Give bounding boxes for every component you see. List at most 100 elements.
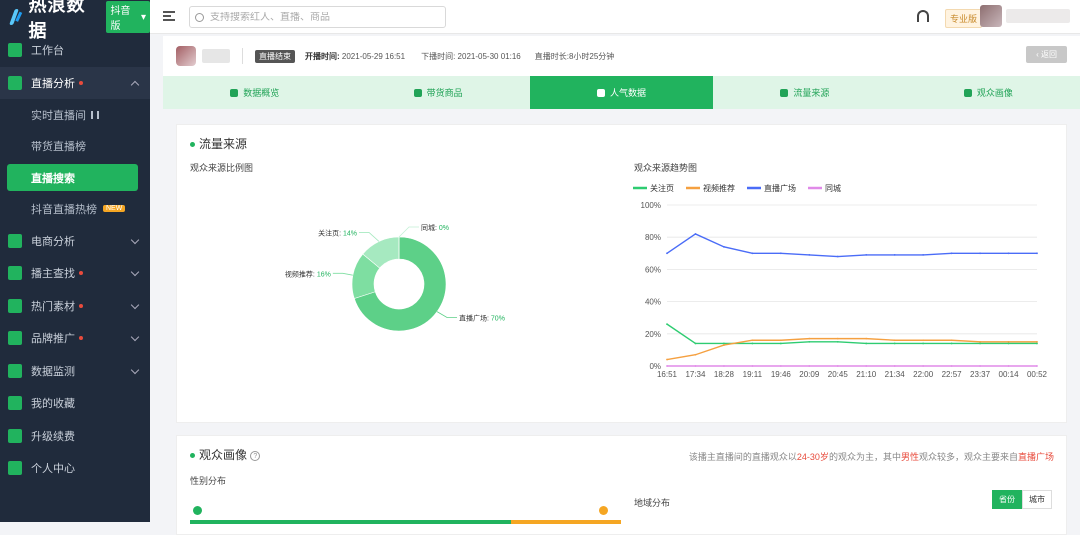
data-point [951,339,953,341]
sidebar-subitem-live-search[interactable]: 直播搜索 [7,164,138,191]
sidebar-item-workbench[interactable]: 工作台 [0,34,150,67]
end-time: 下播时间: 2021-05-30 01:16 [421,51,521,62]
geo-toggle: 省份 城市 [992,490,1052,509]
streamer-avatar[interactable] [176,46,196,66]
sidebar-item-brand-promo[interactable]: 品牌推广 [0,322,150,355]
search-box[interactable] [189,6,446,28]
data-point [894,343,896,345]
main-content: 直播结束 开播时间: 2021-05-29 16:51 下播时间: 2021-0… [163,36,1080,535]
username-blurred[interactable] [1006,9,1070,23]
sidebar-item-profile[interactable]: 个人中心 [0,452,150,485]
video-icon [8,299,22,313]
search-input[interactable] [210,12,430,23]
data-point [894,254,896,256]
live-header: 直播结束 开播时间: 2021-05-29 16:51 下播时间: 2021-0… [163,36,1080,76]
data-point [1008,252,1010,254]
data-point [922,343,924,345]
sidebar-subitem-realtime[interactable]: 实时直播间 [0,99,150,131]
data-point [666,252,668,254]
pie-leader-line [333,273,353,275]
audience-panel: 观众画像 ? 性别分布 该播主直播间的直播观众以24-30岁的观众为主，其中男性… [176,435,1067,535]
notification-dot [79,304,83,308]
sidebar-subitem-hot-list[interactable]: 抖音直播热榜NEW [0,193,150,225]
legend-label: 直播广场 [764,183,796,193]
data-point [666,365,668,367]
data-point [666,359,668,361]
sidebar-item-upgrade[interactable]: 升级续费 [0,420,150,453]
data-point [695,343,697,345]
data-point [723,246,725,248]
sidebar-subitem-label: 直播搜索 [31,170,75,186]
back-button[interactable]: ‹ 返回 [1026,46,1067,63]
star-icon [8,396,22,410]
start-time-label: 开播时间: [305,52,340,61]
data-point [979,252,981,254]
sidebar-item-hot-material[interactable]: 热门素材 [0,290,150,323]
y-tick-label: 20% [645,330,661,339]
pie-label: 关注页: 14% [318,228,357,237]
sidebar-item-ecommerce[interactable]: 电商分析 [0,225,150,258]
sidebar-item-label: 电商分析 [31,233,75,249]
streamer-name-blurred[interactable] [202,49,230,63]
x-tick-label: 22:00 [913,370,934,379]
tab-popularity[interactable]: 人气数据 [530,76,713,109]
data-point [780,365,782,367]
chevron-down-icon [131,268,139,276]
tab-products[interactable]: 带货商品 [346,76,529,109]
data-point [951,252,953,254]
chevron-down-icon [131,300,139,308]
summary-text: 该播主直播间的直播观众以 [689,452,797,462]
geo-city-button[interactable]: 城市 [1022,490,1052,509]
data-point [865,343,867,345]
top-bar: 专业版 [150,0,1080,34]
chevron-down-icon [131,235,139,243]
pie-title: 观众来源比例图 [190,161,253,174]
edition-label: 抖音版 [110,2,139,32]
data-point [1036,365,1038,367]
geo-province-button[interactable]: 省份 [992,490,1022,509]
monitor-icon [8,364,22,378]
data-point [723,344,725,346]
summary-text: 的观众为主，其中 [829,452,901,462]
edition-selector[interactable]: 抖音版▾ [106,1,150,33]
data-point [865,254,867,256]
help-icon[interactable]: ? [250,451,260,461]
sidebar-item-live-analysis[interactable]: 直播分析 [0,67,150,100]
data-point [751,252,753,254]
brand-logo[interactable]: 热浪数据 抖音版▾ [0,0,150,34]
pie-label: 同城: 0% [421,224,449,232]
pie-icon [230,89,238,97]
sidebar-item-streamer-search[interactable]: 播主查找 [0,257,150,290]
x-tick-label: 19:46 [771,370,792,379]
menu-toggle-icon[interactable] [163,11,175,21]
sidebar-item-monitor[interactable]: 数据监测 [0,355,150,388]
pro-badge[interactable]: 专业版 [945,9,982,28]
tab-label: 带货商品 [427,86,463,99]
tab-traffic[interactable]: 流量来源 [713,76,896,109]
drop-icon [780,89,788,97]
tab-audience[interactable]: 观众画像 [897,76,1080,109]
tab-overview[interactable]: 数据概览 [163,76,346,109]
data-point [837,256,839,258]
sidebar: 热浪数据 抖音版▾ 工作台 直播分析 实时直播间 带货直播榜 直播搜索 抖音直播… [0,0,150,522]
x-tick-label: 19:11 [743,370,763,379]
source-trend-chart: 0%20%40%60%80%100%16:5117:3418:2819:1119… [627,177,1057,407]
geo-title: 地域分布 [634,496,670,509]
tab-label: 观众画像 [977,86,1013,99]
pie-label-value: 70% [491,316,505,323]
cart-icon [8,234,22,248]
notification-dot [79,271,83,275]
y-tick-label: 80% [645,233,661,242]
headset-icon[interactable] [917,10,929,22]
divider [242,48,243,64]
data-point [723,343,725,345]
data-point [695,365,697,367]
sidebar-item-label: 升级续费 [31,428,75,444]
sidebar-subitem-label: 带货直播榜 [31,138,86,154]
sidebar-subitem-sales-rank[interactable]: 带货直播榜 [0,131,150,163]
chevron-down-icon [131,333,139,341]
x-tick-label: 21:10 [856,370,877,379]
sidebar-item-label: 品牌推广 [31,330,75,346]
avatar[interactable] [980,5,1002,27]
sidebar-item-favorites[interactable]: 我的收藏 [0,387,150,420]
